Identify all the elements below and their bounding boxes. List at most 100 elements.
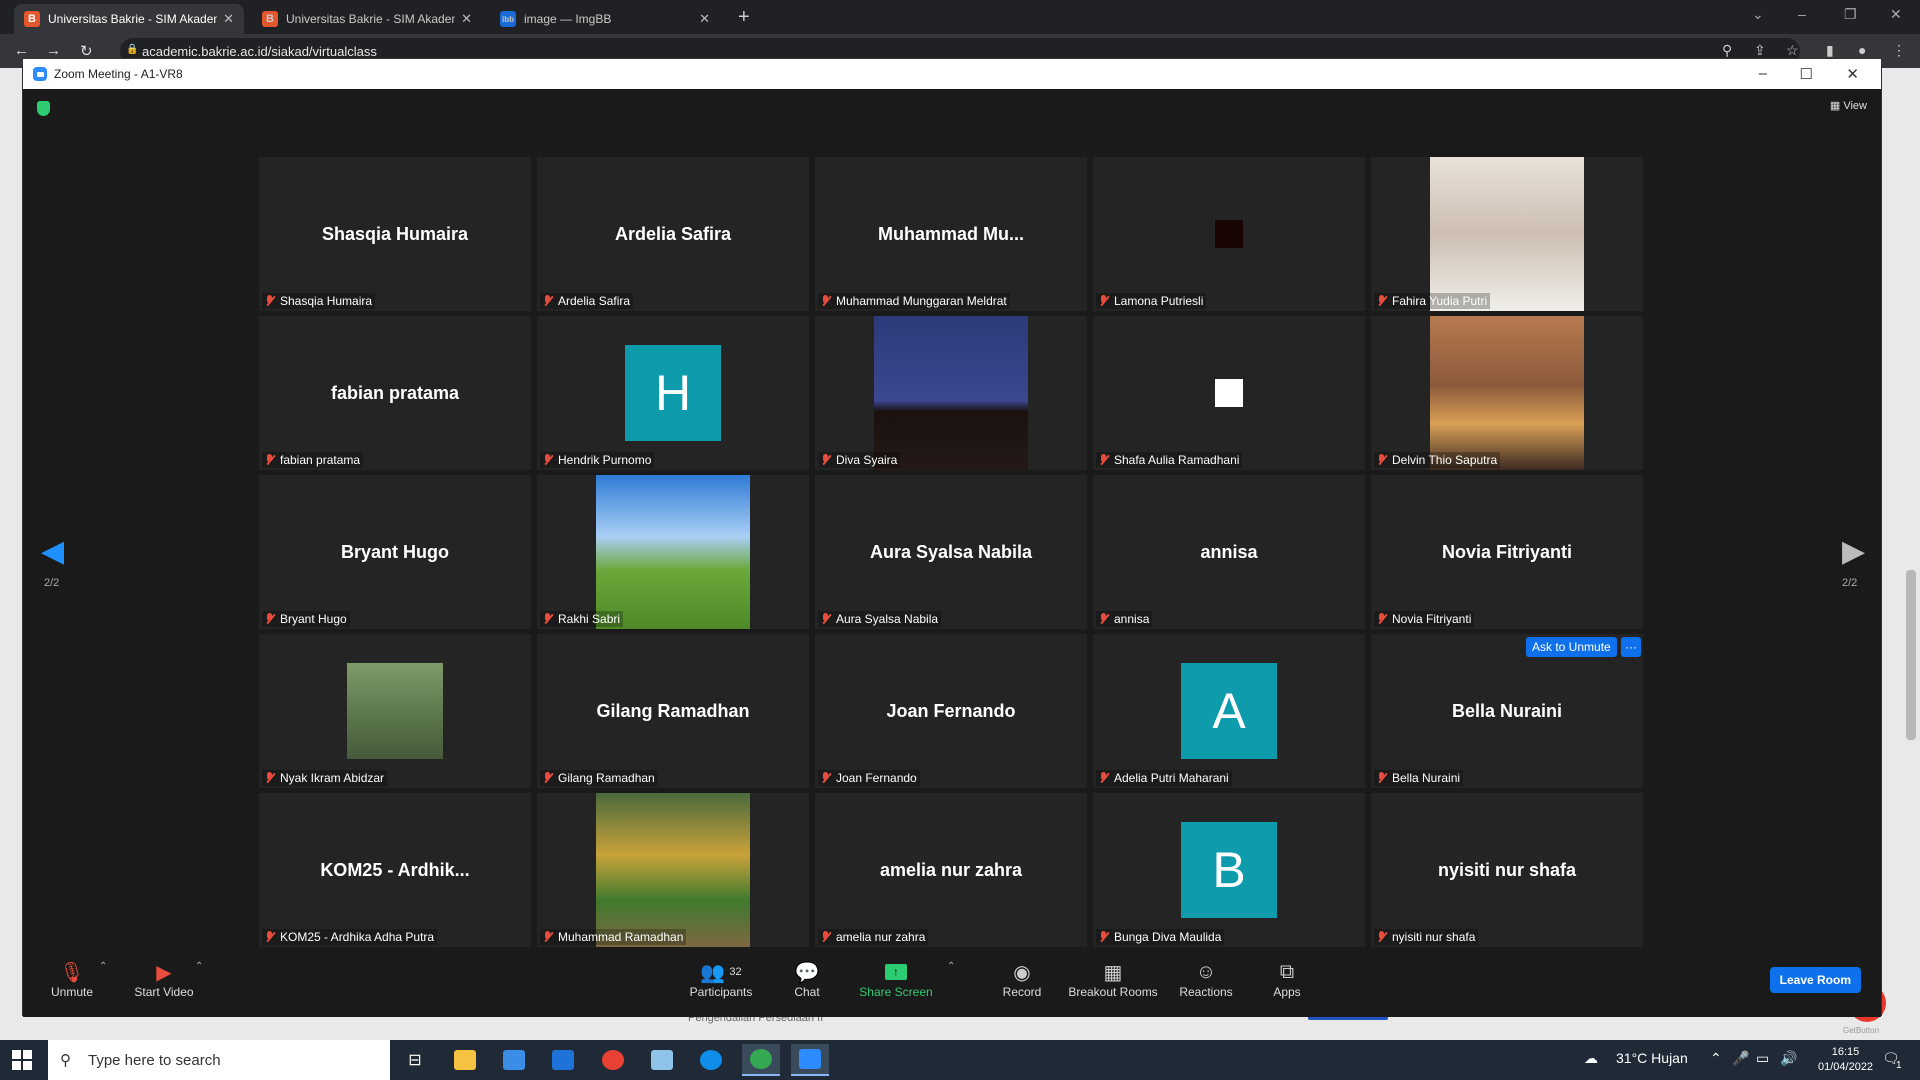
tab-search-chevron-icon[interactable]: ⌄ — [1752, 6, 1764, 23]
participant-avatar-image — [1215, 379, 1243, 407]
more-options-button[interactable]: ··· — [1621, 637, 1641, 657]
zoom-titlebar: Zoom Meeting - A1-VR8 – ☐ ✕ — [23, 59, 1881, 89]
muted-mic-icon — [543, 454, 553, 466]
zoom-maximize-icon[interactable]: ☐ — [1800, 65, 1813, 83]
page-scrollbar[interactable] — [1906, 570, 1916, 740]
participant-tile[interactable]: Diva Syaira — [815, 316, 1087, 470]
restore-icon[interactable]: ❐ — [1844, 6, 1857, 23]
breakout-rooms-label: Breakout Rooms — [1068, 985, 1158, 999]
reactions-button[interactable]: ☺ Reactions — [1161, 959, 1251, 1000]
close-tab-icon[interactable]: ✕ — [223, 11, 234, 27]
taskbar-clock[interactable]: 16:15 01/04/2022 — [1818, 1045, 1873, 1075]
profile-icon[interactable]: ● — [1858, 42, 1866, 58]
share-screen-button[interactable]: ↑ Share Screen — [851, 959, 941, 999]
bookmark-star-icon[interactable]: ☆ — [1786, 42, 1799, 59]
participant-tile[interactable]: Bella Nuraini Bella Nuraini — [1371, 634, 1643, 788]
share-options-caret-icon[interactable]: ⌃ — [947, 961, 955, 972]
task-view-icon[interactable]: ⊟ — [396, 1044, 434, 1076]
next-page-arrow-icon[interactable]: ▶ — [1842, 534, 1865, 569]
participant-tile[interactable]: H Hendrik Purnomo — [537, 316, 809, 470]
weather-cloud-icon[interactable]: ☁ — [1584, 1050, 1598, 1067]
chrome-icon[interactable] — [594, 1044, 632, 1076]
taskbar-search-box[interactable]: ⚲ Type here to search — [48, 1040, 390, 1080]
windows-start-icon[interactable] — [12, 1050, 32, 1070]
apps-label: Apps — [1273, 985, 1301, 999]
record-button[interactable]: ◉ Record — [977, 959, 1067, 1000]
view-button[interactable]: ▦ View — [1830, 99, 1867, 112]
participant-tile[interactable]: KOM25 - Ardhik... KOM25 - Ardhika Adha Pu… — [259, 793, 531, 947]
muted-mic-icon — [821, 931, 831, 943]
participant-tile[interactable]: Fahira Yudia Putri — [1371, 157, 1643, 311]
browser-tab-title: Universitas Bakrie - SIM Akademi — [48, 12, 218, 26]
participant-tile[interactable]: amelia nur zahra amelia nur zahra — [815, 793, 1087, 947]
file-explorer-icon[interactable] — [446, 1044, 484, 1076]
previous-page-arrow-icon[interactable]: ◀ — [41, 534, 64, 569]
zoom-meeting-window: Zoom Meeting - A1-VR8 – ☐ ✕ ▦ View ◀ 2/2… — [22, 58, 1882, 1017]
microsoft-store-icon[interactable] — [495, 1044, 533, 1076]
close-tab-icon[interactable]: ✕ — [699, 11, 710, 27]
browser-tab-3[interactable]: ibb image — ImgBB ✕ — [490, 4, 720, 34]
teamviewer-icon[interactable] — [692, 1044, 730, 1076]
participant-tile[interactable]: annisa annisa — [1093, 475, 1365, 629]
participant-tile[interactable]: Rakhi Sabri — [537, 475, 809, 629]
participant-tile[interactable]: B Bunga Diva Maulida — [1093, 793, 1365, 947]
participant-tile[interactable]: fabian pratama fabian pratama — [259, 316, 531, 470]
share-icon[interactable]: ⇪ — [1754, 42, 1766, 59]
new-tab-button[interactable]: + — [738, 6, 750, 29]
video-options-caret-icon[interactable]: ⌃ — [195, 961, 203, 972]
menu-icon[interactable]: ⋮ — [1892, 42, 1906, 59]
muted-mic-icon — [265, 454, 275, 466]
ask-to-unmute-button[interactable]: Ask to Unmute — [1526, 637, 1617, 657]
participant-display-name: KOM25 - Ardhik... — [320, 859, 470, 880]
network-icon[interactable]: ▭ — [1756, 1050, 1769, 1067]
participant-tile[interactable]: Muhammad Ramadhan — [537, 793, 809, 947]
participant-tile[interactable]: Lamona Putriesli — [1093, 157, 1365, 311]
tray-chevron-icon[interactable]: ⌃ — [1710, 1050, 1722, 1067]
zoom-logo-icon — [33, 67, 47, 81]
participant-tile[interactable]: nyisiti nur shafa nyisiti nur shafa — [1371, 793, 1643, 947]
browser-tab-1[interactable]: B Universitas Bakrie - SIM Akademi ✕ — [14, 4, 244, 34]
participant-full-name: fabian pratama — [280, 453, 361, 467]
encryption-shield-icon[interactable] — [37, 101, 50, 116]
close-window-icon[interactable]: ✕ — [1890, 6, 1902, 23]
participants-button[interactable]: 👥 32 Participants — [676, 959, 766, 1000]
participant-tile[interactable]: Joan Fernando Joan Fernando — [815, 634, 1087, 788]
apps-button[interactable]: ⧉ Apps — [1242, 959, 1332, 1000]
participant-caption: Delvin Thio Saputra — [1374, 452, 1501, 468]
chrome-active-icon[interactable] — [742, 1044, 780, 1076]
mail-icon[interactable] — [544, 1044, 582, 1076]
close-tab-icon[interactable]: ✕ — [461, 11, 472, 27]
participant-tile[interactable]: Shasqia Humaira Shasqia Humaira — [259, 157, 531, 311]
microphone-tray-icon[interactable]: 🎤 — [1732, 1050, 1749, 1067]
zoom-close-icon[interactable]: ✕ — [1846, 65, 1859, 83]
participant-caption: Fahira Yudia Putri — [1374, 293, 1491, 309]
chat-button[interactable]: 💬 Chat — [762, 959, 852, 1000]
participant-tile[interactable]: Aura Syalsa Nabila Aura Syalsa Nabila — [815, 475, 1087, 629]
participant-tile[interactable]: Ardelia Safira Ardelia Safira — [537, 157, 809, 311]
back-icon[interactable]: ← — [14, 42, 29, 59]
participant-tile[interactable]: Muhammad Mu... Muhammad Munggaran Meldrat — [815, 157, 1087, 311]
zoom-app-icon[interactable] — [791, 1044, 829, 1076]
browser-tab-2[interactable]: B Universitas Bakrie - SIM Akadem ✕ — [252, 4, 482, 34]
participant-tile[interactable]: Gilang Ramadhan Gilang Ramadhan — [537, 634, 809, 788]
page-indicator-left: 2/2 — [44, 577, 60, 589]
muted-mic-icon — [1377, 454, 1387, 466]
participant-tile[interactable]: A Adelia Putri Maharani — [1093, 634, 1365, 788]
participant-tile[interactable]: Novia Fitriyanti Novia Fitriyanti — [1371, 475, 1643, 629]
breakout-rooms-button[interactable]: ▦ Breakout Rooms — [1068, 959, 1158, 1000]
zoom-minimize-icon[interactable]: – — [1759, 65, 1767, 82]
minimize-icon[interactable]: – — [1798, 6, 1806, 22]
volume-icon[interactable]: 🔊 — [1780, 1050, 1797, 1067]
zoom-lens-icon[interactable]: ⚲ — [1722, 42, 1732, 59]
side-panel-icon[interactable]: ▮ — [1826, 42, 1834, 59]
forward-icon[interactable]: → — [46, 42, 61, 59]
leave-room-button[interactable]: Leave Room — [1769, 967, 1861, 993]
participant-profile-photo — [347, 663, 443, 759]
notepad-icon[interactable] — [643, 1044, 681, 1076]
weather-text[interactable]: 31°C Hujan — [1616, 1050, 1688, 1066]
audio-options-caret-icon[interactable]: ⌃ — [99, 961, 107, 972]
participant-tile[interactable]: Bryant Hugo Bryant Hugo — [259, 475, 531, 629]
participant-tile[interactable]: Shafa Aulia Ramadhani — [1093, 316, 1365, 470]
participant-tile[interactable]: Nyak Ikram Abidzar — [259, 634, 531, 788]
participant-tile[interactable]: Delvin Thio Saputra — [1371, 316, 1643, 470]
